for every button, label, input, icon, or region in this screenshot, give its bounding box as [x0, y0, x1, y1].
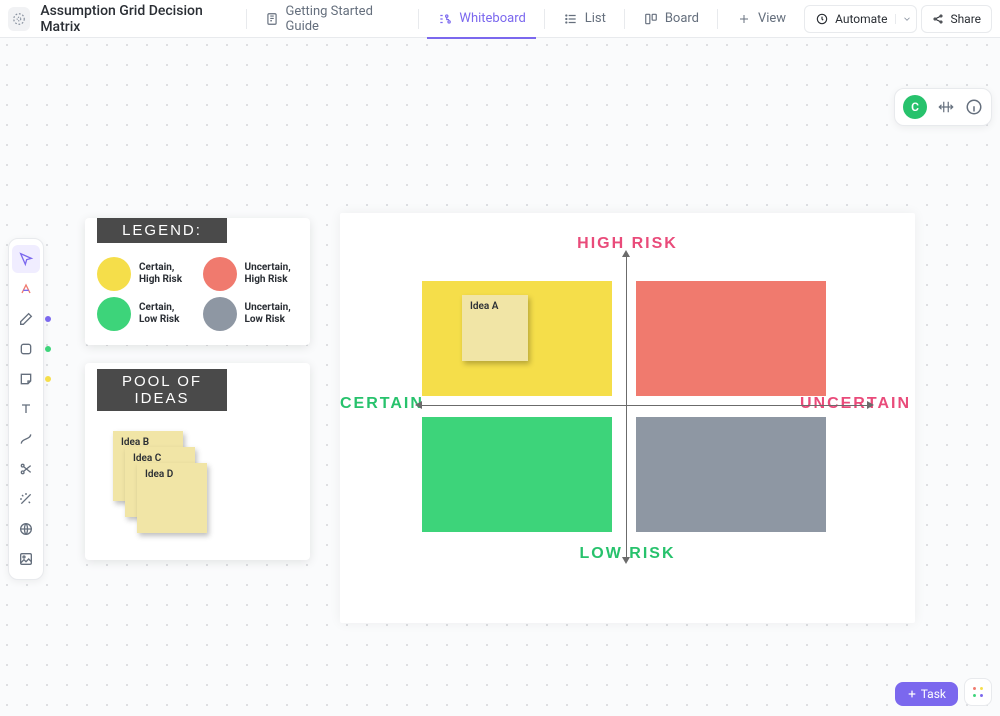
tool-web[interactable]: [12, 515, 40, 543]
automate-button[interactable]: Automate: [804, 5, 917, 33]
swatch-icon: [203, 257, 237, 291]
tool-select[interactable]: [12, 245, 40, 273]
share-label: Share: [950, 12, 981, 26]
pool-card[interactable]: POOL OF IDEAS Idea B Idea C Idea D: [85, 363, 310, 560]
swatch-icon: [203, 297, 237, 331]
info-icon[interactable]: [965, 98, 983, 116]
legend-item: Uncertain, High Risk: [203, 257, 299, 291]
task-label: Task: [921, 687, 946, 701]
swatch-icon: [97, 257, 131, 291]
divider: [717, 9, 718, 29]
color-dot: [45, 316, 51, 322]
legend-title: LEGEND:: [97, 218, 227, 243]
tool-ai[interactable]: [12, 275, 40, 303]
tab-list[interactable]: List: [553, 0, 616, 38]
quadrant-uncertain-low[interactable]: [636, 417, 826, 532]
quadrant-uncertain-high[interactable]: [636, 281, 826, 396]
legend-item: Certain, High Risk: [97, 257, 193, 291]
legend-item: Certain, Low Risk: [97, 297, 193, 331]
board-icon: [643, 11, 659, 27]
divider: [246, 9, 247, 29]
tool-connector[interactable]: [12, 425, 40, 453]
tab-getting-started[interactable]: Getting Started Guide: [255, 0, 411, 38]
doc-icon: [265, 11, 280, 27]
list-icon: [563, 11, 579, 27]
tab-label: Whiteboard: [459, 11, 525, 26]
sticky-note[interactable]: Idea A: [462, 295, 528, 361]
tool-magic[interactable]: [12, 485, 40, 513]
quadrant-certain-low[interactable]: [422, 417, 612, 532]
legend-label: Uncertain, High Risk: [245, 262, 299, 286]
tab-label: List: [585, 11, 606, 26]
tool-sticky[interactable]: [12, 365, 40, 393]
axis-label-left: CERTAIN: [340, 395, 424, 413]
axis-label-right: UNCERTAIN: [800, 395, 911, 413]
legend-label: Certain, High Risk: [139, 262, 193, 286]
plus-icon: [736, 11, 752, 27]
tab-board[interactable]: Board: [633, 0, 709, 38]
plus-icon: [907, 689, 917, 699]
swatch-icon: [97, 297, 131, 331]
legend-label: Certain, Low Risk: [139, 302, 193, 326]
tool-pen[interactable]: [12, 305, 40, 333]
legend-card[interactable]: LEGEND: Certain, High Risk Uncertain, Hi…: [85, 218, 310, 345]
divider: [418, 9, 419, 29]
page-title: Assumption Grid Decision Matrix: [34, 3, 237, 35]
automate-icon: [815, 12, 829, 26]
tool-scissors[interactable]: [12, 455, 40, 483]
color-dot: [45, 376, 51, 382]
color-dot: [45, 346, 51, 352]
fit-width-icon[interactable]: [937, 98, 955, 116]
tab-label: Board: [665, 11, 699, 26]
tab-label: Getting Started Guide: [286, 4, 401, 34]
presence-bar: C: [894, 88, 992, 126]
share-icon: [932, 13, 944, 25]
divider: [624, 9, 625, 29]
tool-text[interactable]: [12, 395, 40, 423]
avatar[interactable]: C: [903, 95, 927, 119]
pool-title: POOL OF IDEAS: [97, 369, 227, 411]
axis-horizontal: [422, 405, 867, 406]
automate-label: Automate: [835, 12, 887, 26]
share-button[interactable]: Share: [921, 5, 992, 33]
tab-label: View: [758, 11, 786, 26]
divider: [544, 9, 545, 29]
new-task-button[interactable]: Task: [895, 682, 958, 706]
axis-vertical: [626, 257, 627, 557]
tool-shape[interactable]: [12, 335, 40, 363]
sticky-note[interactable]: Idea D: [137, 463, 207, 533]
tab-add-view[interactable]: View: [726, 0, 796, 38]
app-header: Assumption Grid Decision Matrix Getting …: [0, 0, 1000, 38]
whiteboard-icon: [437, 11, 453, 27]
whiteboard-canvas[interactable]: C LEGEND: Certain, High Risk Uncertain, …: [0, 38, 1000, 716]
tab-whiteboard[interactable]: Whiteboard: [427, 0, 535, 38]
tool-image[interactable]: [12, 545, 40, 573]
list-settings-icon[interactable]: [8, 7, 30, 31]
pool-notes-area: Idea B Idea C Idea D: [103, 425, 292, 540]
canvas-toolbar: [8, 238, 44, 580]
legend-label: Uncertain, Low Risk: [245, 302, 299, 326]
apps-button[interactable]: [964, 678, 992, 706]
chevron-down-icon[interactable]: [895, 14, 912, 24]
matrix-panel[interactable]: HIGH RISK LOW RISK CERTAIN UNCERTAIN Ide…: [340, 213, 915, 623]
legend-grid: Certain, High Risk Uncertain, High Risk …: [85, 249, 310, 345]
legend-item: Uncertain, Low Risk: [203, 297, 299, 331]
